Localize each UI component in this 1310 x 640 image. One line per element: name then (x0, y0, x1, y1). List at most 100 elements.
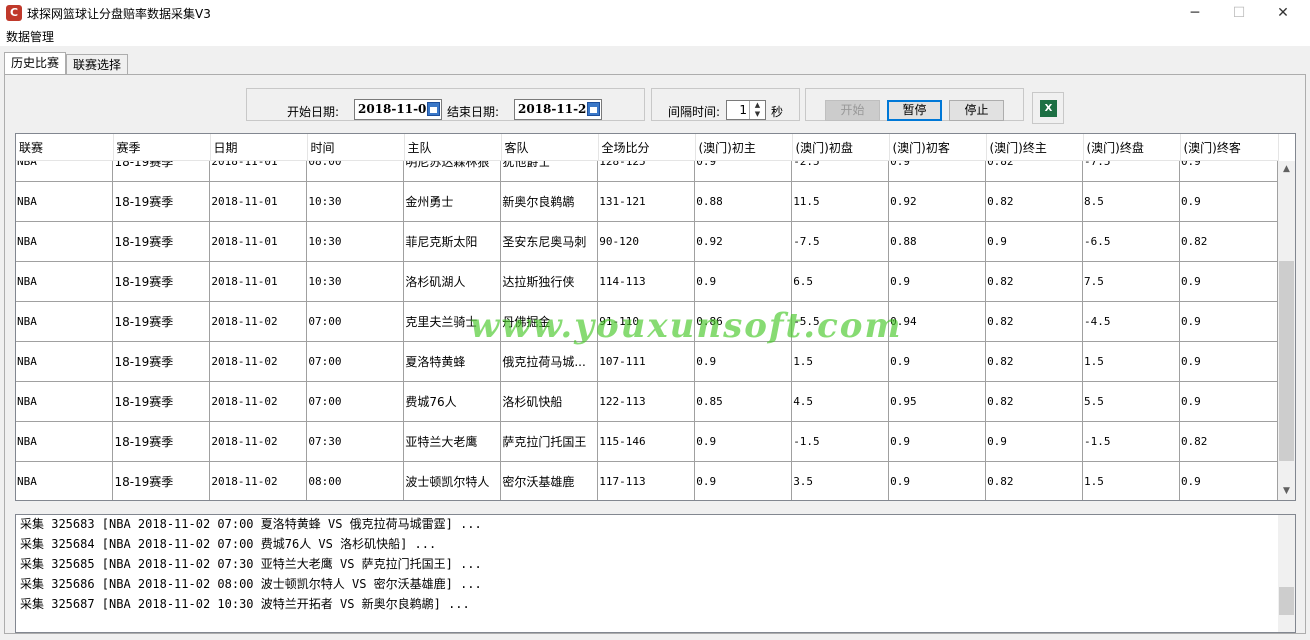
column-header[interactable]: (澳门)初盘 (792, 134, 890, 161)
calendar-icon[interactable] (427, 102, 440, 116)
column-header[interactable]: 主队 (404, 134, 502, 161)
log-scroll-thumb[interactable] (1279, 587, 1294, 615)
column-header[interactable]: 客队 (501, 134, 599, 161)
table-row[interactable]: NBA 18-19赛季 2018-11-01 10:30 金州勇士 新奥尔良鹈鹕 131-1… (16, 181, 1278, 222)
table-cell: -2.5 (791, 161, 890, 182)
table-cell: 2018-11-02 (209, 381, 308, 422)
table-cell: 明尼苏达森林狼 (403, 161, 502, 182)
close-button[interactable]: ✕ (1260, 0, 1306, 26)
table-cell: 新奥尔良鹈鹕 (500, 181, 599, 222)
column-header[interactable]: (澳门)初客 (889, 134, 987, 161)
pause-button[interactable]: 暂停 (887, 100, 942, 121)
table-cell: 18-19赛季 (112, 261, 211, 302)
end-date-label: 结束日期: (447, 105, 500, 119)
scroll-down-icon[interactable]: ▼ (1278, 483, 1295, 500)
table-cell: 亚特兰大老鹰 (403, 421, 502, 462)
table-row[interactable]: NBA 18-19赛季 2018-11-01 10:30 菲尼克斯太阳 圣安东尼奥马刺 90… (16, 221, 1278, 262)
excel-icon: X (1040, 100, 1057, 117)
table-cell: -4.5 (1082, 301, 1180, 342)
table-cell: 0.82 (985, 341, 1083, 382)
minimize-button[interactable]: ─ (1172, 0, 1218, 26)
table-cell: 122-113 (597, 381, 696, 422)
start-date-picker[interactable]: 2018-11-01 (354, 99, 442, 120)
tab-league-select[interactable]: 联赛选择 (66, 54, 129, 75)
table-cell: 10:30 (306, 221, 405, 262)
table-cell: 4.5 (791, 381, 890, 422)
table-cell: 18-19赛季 (112, 161, 211, 182)
table-cell: NBA (16, 221, 114, 262)
column-header[interactable]: 联赛 (16, 134, 114, 161)
table-cell: -6.5 (1082, 221, 1180, 262)
tab-history-matches[interactable]: 历史比赛 (4, 52, 67, 75)
table-row[interactable]: NBA 18-19赛季 2018-11-02 07:30 亚特兰大老鹰 萨克拉门托国王 11… (16, 421, 1278, 462)
log-line: 采集 325687 [NBA 2018-11-02 10:30 波特兰开拓者 V… (20, 597, 470, 611)
table-cell: 达拉斯独行侠 (500, 261, 599, 302)
menu-data-manage[interactable]: 数据管理 (6, 28, 54, 45)
table-cell: 18-19赛季 (112, 461, 211, 500)
table-cell: 08:00 (306, 161, 405, 182)
table-cell: NBA (16, 381, 114, 422)
table-cell: 0.82 (1179, 221, 1278, 262)
table-row[interactable]: NBA 18-19赛季 2018-11-01 10:30 洛杉矶湖人 达拉斯独行侠 114-… (16, 261, 1278, 302)
table-cell: 0.9 (1179, 181, 1278, 222)
table-cell: NBA (16, 261, 114, 302)
table-cell: NBA (16, 461, 114, 500)
interval-spinner[interactable]: 1 ▲ ▼ (726, 100, 766, 120)
grid-scrollbar[interactable]: ▲ ▼ (1278, 161, 1295, 500)
table-cell: NBA (16, 161, 114, 182)
table-cell: 2018-11-01 (209, 261, 308, 302)
start-date-label: 开始日期: (287, 105, 340, 119)
table-row[interactable]: NBA 18-19赛季 2018-11-02 08:00 波士顿凯尔特人 密尔沃基雄鹿 11… (16, 461, 1278, 500)
table-cell: 128-125 (597, 161, 696, 182)
table-cell: 2018-11-02 (209, 301, 308, 342)
table-cell: 0.9 (694, 341, 793, 382)
table-cell: 波士顿凯尔特人 (403, 461, 502, 500)
table-cell: 1.5 (791, 341, 890, 382)
column-header[interactable]: (澳门)终盘 (1083, 134, 1181, 161)
table-cell: 10:30 (306, 181, 405, 222)
column-header[interactable]: 全场比分 (598, 134, 696, 161)
table-cell: -7.5 (1082, 161, 1180, 182)
stop-button[interactable]: 停止 (949, 100, 1004, 121)
table-cell: 18-19赛季 (112, 301, 211, 342)
scroll-up-icon[interactable]: ▲ (1278, 161, 1295, 178)
scroll-thumb[interactable] (1279, 261, 1294, 461)
table-cell: 5.5 (1082, 381, 1180, 422)
table-cell: 1.5 (1082, 341, 1180, 382)
end-date-picker[interactable]: 2018-11-23 (514, 99, 602, 120)
column-header[interactable]: 日期 (210, 134, 308, 161)
spinner-arrows-icon[interactable]: ▲ ▼ (749, 101, 765, 119)
table-row[interactable]: NBA 18-19赛季 2018-11-02 07:00 夏洛特黄蜂 俄克拉荷马城... 1… (16, 341, 1278, 382)
table-cell: NBA (16, 301, 114, 342)
table-cell: 费城76人 (403, 381, 502, 422)
interval-group: 间隔时间: 1 ▲ ▼ 秒 (651, 88, 800, 121)
export-excel-button[interactable]: X (1032, 92, 1064, 124)
column-header[interactable]: (澳门)终主 (986, 134, 1084, 161)
column-header[interactable]: (澳门)初主 (695, 134, 793, 161)
log-output[interactable]: 采集 325683 [NBA 2018-11-02 07:00 夏洛特黄蜂 VS… (15, 514, 1296, 633)
table-row[interactable]: NBA 18-19赛季 2018-11-02 07:00 费城76人 洛杉矶快船 122-1… (16, 381, 1278, 422)
table-cell: 131-121 (597, 181, 696, 222)
table-cell: 107-111 (597, 341, 696, 382)
table-cell: 2018-11-01 (209, 181, 308, 222)
interval-value[interactable]: 1 (739, 103, 747, 117)
table-cell: 密尔沃基雄鹿 (500, 461, 599, 500)
table-cell: 0.88 (694, 181, 793, 222)
table-cell: 11.5 (791, 181, 890, 222)
column-header[interactable]: (澳门)终客 (1180, 134, 1279, 161)
table-cell: 洛杉矶快船 (500, 381, 599, 422)
column-header[interactable]: 赛季 (113, 134, 211, 161)
table-cell: 圣安东尼奥马刺 (500, 221, 599, 262)
log-line: 采集 325684 [NBA 2018-11-02 07:00 费城76人 VS… (20, 537, 437, 551)
table-cell: 18-19赛季 (112, 181, 211, 222)
calendar-icon[interactable] (587, 102, 600, 116)
table-cell: 1.5 (1082, 461, 1180, 500)
table-cell: 金州勇士 (403, 181, 502, 222)
table-cell: 洛杉矶湖人 (403, 261, 502, 302)
log-line: 采集 325686 [NBA 2018-11-02 08:00 波士顿凯尔特人 … (20, 577, 482, 591)
column-header[interactable]: 时间 (307, 134, 405, 161)
maximize-button[interactable]: ☐ (1216, 0, 1262, 26)
log-scrollbar[interactable] (1278, 515, 1295, 632)
table-row[interactable]: NBA 18-19赛季 2018-11-01 08:00 明尼苏达森林狼 犹他爵士 128-… (16, 161, 1278, 182)
start-button[interactable]: 开始 (825, 100, 880, 121)
